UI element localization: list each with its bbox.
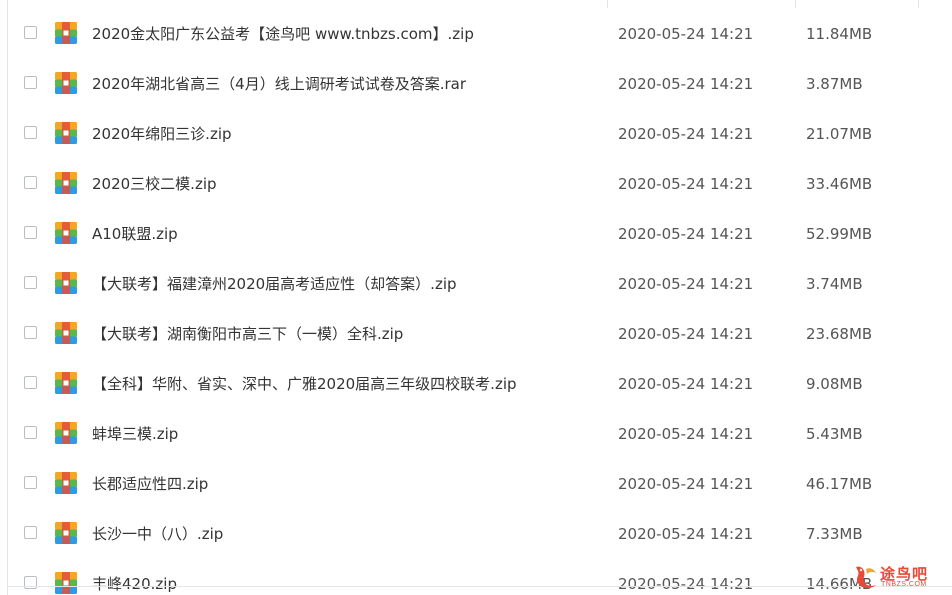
file-size: 3.74MB [806,275,863,293]
file-date: 2020-05-24 14:21 [618,25,754,43]
checkbox-icon[interactable] [24,526,37,539]
file-row[interactable]: 长沙一中（八）.zip 2020-05-24 14:21 7.33MB [0,509,952,559]
file-size: 3.87MB [806,75,863,93]
file-size: 5.43MB [806,425,863,443]
file-size: 23.68MB [806,325,873,343]
file-date: 2020-05-24 14:21 [618,225,754,243]
file-name[interactable]: 2020金太阳广东公益考【途鸟吧 www.tnbzs.com】.zip [92,9,474,59]
file-date: 2020-05-24 14:21 [618,325,754,343]
file-row[interactable]: 2020三校二模.zip 2020-05-24 14:21 33.46MB [0,159,952,209]
bird-logo-icon [856,566,876,589]
archive-file-icon [55,572,77,594]
checkbox-icon[interactable] [24,426,37,439]
header-divider-size [795,0,796,8]
file-name[interactable]: A10联盟.zip [92,209,178,259]
file-name[interactable]: 2020年湖北省高三（4月）线上调研考试试卷及答案.rar [92,59,466,109]
checkbox-icon[interactable] [24,176,37,189]
file-row[interactable]: 2020年湖北省高三（4月）线上调研考试试卷及答案.rar 2020-05-24 … [0,59,952,109]
file-name[interactable]: 长沙一中（八）.zip [92,509,223,559]
checkbox-icon[interactable] [24,476,37,489]
archive-file-icon [55,72,77,94]
file-name[interactable]: 蚌埠三模.zip [92,409,178,459]
file-list: 2020金太阳广东公益考【途鸟吧 www.tnbzs.com】.zip 2020-… [0,9,952,595]
checkbox-icon[interactable] [24,326,37,339]
file-name[interactable]: 长郡适应性四.zip [92,459,208,509]
file-name[interactable]: 2020年绵阳三诊.zip [92,109,232,159]
file-size: 46.17MB [806,475,873,493]
checkbox-icon[interactable] [24,76,37,89]
archive-file-icon [55,522,77,544]
archive-file-icon [55,322,77,344]
file-row[interactable]: 2020金太阳广东公益考【途鸟吧 www.tnbzs.com】.zip 2020-… [0,9,952,59]
archive-file-icon [55,172,77,194]
archive-file-icon [55,472,77,494]
archive-file-icon [55,22,77,44]
file-size: 7.33MB [806,525,863,543]
checkbox-icon[interactable] [24,376,37,389]
archive-file-icon [55,272,77,294]
file-date: 2020-05-24 14:21 [618,575,754,593]
checkbox-icon[interactable] [24,276,37,289]
file-name[interactable]: 2020三校二模.zip [92,159,217,209]
file-date: 2020-05-24 14:21 [618,475,754,493]
archive-file-icon [55,222,77,244]
file-date: 2020-05-24 14:21 [618,525,754,543]
file-size: 33.46MB [806,175,873,193]
file-date: 2020-05-24 14:21 [618,275,754,293]
file-size: 52.99MB [806,225,873,243]
checkbox-icon[interactable] [24,26,37,39]
file-row[interactable]: 长郡适应性四.zip 2020-05-24 14:21 46.17MB [0,459,952,509]
file-row[interactable]: A10联盟.zip 2020-05-24 14:21 52.99MB [0,209,952,259]
archive-file-icon [55,422,77,444]
file-name[interactable]: 【大联考】湖南衡阳市高三下（一模）全科.zip [92,309,403,359]
file-date: 2020-05-24 14:21 [618,375,754,393]
archive-file-icon [55,122,77,144]
checkbox-icon[interactable] [24,126,37,139]
file-row[interactable]: 【大联考】福建漳州2020届高考适应性（却答案）.zip 2020-05-24 1… [0,259,952,309]
header-divider-end [918,0,919,8]
file-date: 2020-05-24 14:21 [618,425,754,443]
archive-file-icon [55,372,77,394]
file-size: 11.84MB [806,25,873,43]
header-divider-date [607,0,608,8]
list-bottom-border [7,586,952,587]
file-name[interactable]: 【全科】华附、省实、深中、广雅2020届高三年级四校联考.zip [92,359,517,409]
file-date: 2020-05-24 14:21 [618,75,754,93]
file-size: 21.07MB [806,125,873,143]
file-date: 2020-05-24 14:21 [618,175,754,193]
file-row[interactable]: 蚌埠三模.zip 2020-05-24 14:21 5.43MB [0,409,952,459]
file-list-window: 2020金太阳广东公益考【途鸟吧 www.tnbzs.com】.zip 2020-… [0,0,952,595]
file-row[interactable]: 2020年绵阳三诊.zip 2020-05-24 14:21 21.07MB [0,109,952,159]
checkbox-icon[interactable] [24,226,37,239]
file-date: 2020-05-24 14:21 [618,125,754,143]
file-name[interactable]: 【大联考】福建漳州2020届高考适应性（却答案）.zip [92,259,457,309]
file-row[interactable]: 【大联考】湖南衡阳市高三下（一模）全科.zip 2020-05-24 14:21 2… [0,309,952,359]
watermark: 途鸟吧 TNBZS.COM [852,561,944,593]
file-row[interactable]: 【全科】华附、省实、深中、广雅2020届高三年级四校联考.zip 2020-05-… [0,359,952,409]
file-size: 9.08MB [806,375,863,393]
checkbox-icon[interactable] [24,576,37,589]
file-row[interactable]: 丰峰420.zip 2020-05-24 14:21 14.66MB [0,559,952,595]
file-name[interactable]: 丰峰420.zip [92,559,177,595]
watermark-subtitle: TNBZS.COM [881,581,927,588]
